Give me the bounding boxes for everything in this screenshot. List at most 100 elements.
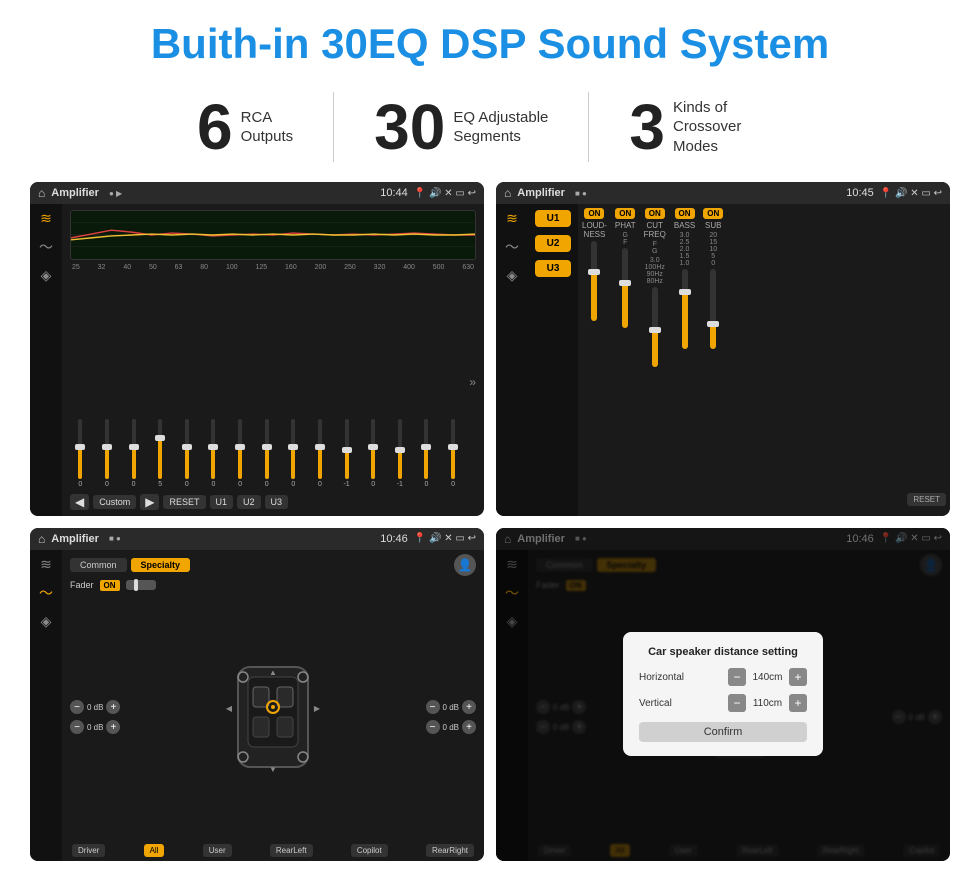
eq-slider-2[interactable]: 0	[97, 419, 118, 488]
amp-cutfreq-slider[interactable]	[652, 287, 658, 367]
dialog-vertical-plus[interactable]: +	[789, 694, 807, 712]
dialog-horizontal-minus[interactable]: −	[728, 668, 746, 686]
amp-sidebar-speaker-icon[interactable]: ◈	[507, 267, 518, 284]
stat-crossover-label: Kinds ofCrossover Modes	[673, 98, 783, 157]
amp-loudness-slider[interactable]	[591, 241, 597, 321]
fader-time: 10:46	[380, 533, 408, 545]
eq-slider-10[interactable]: 0	[310, 419, 331, 488]
amp-phat-slider[interactable]	[622, 248, 628, 328]
amp-reset-btn[interactable]: RESET	[907, 493, 946, 506]
fader-rearleft-btn[interactable]: RearLeft	[270, 844, 313, 857]
fader-copilot-btn[interactable]: Copilot	[351, 844, 388, 857]
eq-freq-labels: 25 32 40 50 63 80 100 125 160 200 250 32…	[70, 264, 476, 271]
fader-all-btn[interactable]: All	[144, 844, 165, 857]
fader-on-badge[interactable]: ON	[100, 580, 120, 591]
eq-u1-btn[interactable]: U1	[210, 495, 234, 509]
amp-cutfreq-on[interactable]: ON	[645, 208, 665, 219]
stat-crossover: 3 Kinds ofCrossover Modes	[589, 95, 823, 159]
svg-text:▶: ▶	[314, 704, 321, 713]
fader-fr-plus[interactable]: +	[462, 700, 476, 714]
fader-rr-plus[interactable]: +	[462, 720, 476, 734]
amp-status-bar: ⌂ Amplifier ■ ● 10:45 📍 🔊 ✕ ▭ ↩	[496, 182, 950, 204]
dialog-horizontal-label: Horizontal	[639, 672, 684, 683]
fader-sidebar-speaker-icon[interactable]: ◈	[41, 613, 52, 630]
fader-slider-h[interactable]	[126, 580, 156, 590]
fader-fl-minus[interactable]: −	[70, 700, 84, 714]
amp-sidebar-wave-icon[interactable]: 〜	[505, 237, 519, 257]
eq-sidebar-eq-icon[interactable]: ≋	[40, 210, 52, 227]
eq-slider-5[interactable]: 0	[177, 419, 198, 488]
fader-tab-common[interactable]: Common	[70, 558, 127, 572]
eq-reset-btn[interactable]: RESET	[163, 495, 205, 509]
eq-slider-8[interactable]: 0	[256, 419, 277, 488]
fader-tab-specialty[interactable]: Specialty	[131, 558, 191, 572]
fader-rr-minus[interactable]: −	[426, 720, 440, 734]
dialog-vertical-control: − 110cm +	[728, 694, 807, 712]
screens-grid: ⌂ Amplifier ● ▶ 10:44 📍 🔊 ✕ ▭ ↩ ≋ 〜 ◈	[30, 182, 950, 861]
eq-slider-11[interactable]: -1	[336, 419, 357, 488]
eq-graph	[70, 210, 476, 260]
eq-prev-btn[interactable]: ◀	[70, 494, 89, 510]
eq-play-btn[interactable]: ▶	[140, 494, 159, 510]
eq-slider-14[interactable]: 0	[416, 419, 437, 488]
dialog-vertical-minus[interactable]: −	[728, 694, 746, 712]
eq-slider-7[interactable]: 0	[230, 419, 251, 488]
eq-preset-label: Custom	[93, 495, 136, 509]
eq-u2-btn[interactable]: U2	[237, 495, 261, 509]
amp-sub-slider[interactable]	[710, 269, 716, 349]
stat-rca: 6 RCAOutputs	[157, 95, 333, 159]
amp-time: 10:45	[846, 187, 874, 199]
fader-screen: ⌂ Amplifier ■ ● 10:46 📍 🔊 ✕ ▭ ↩ ≋ 〜 ◈ Co…	[30, 528, 484, 862]
fader-home-icon[interactable]: ⌂	[38, 532, 45, 546]
eq-slider-4[interactable]: 5	[150, 419, 171, 488]
eq-slider-13[interactable]: -1	[390, 419, 411, 488]
amp-screen-body: ≋ 〜 ◈ U1 U2 U3 ON LOUD-NESS	[496, 204, 950, 516]
amp-sidebar-eq-icon[interactable]: ≋	[506, 210, 518, 227]
amp-bass-slider[interactable]	[682, 269, 688, 349]
eq-slider-12[interactable]: 0	[363, 419, 384, 488]
amp-u2-btn[interactable]: U2	[535, 235, 571, 252]
amp-sub-on[interactable]: ON	[703, 208, 723, 219]
amp-channel-controls: ON LOUD-NESS ON PHAT G F	[578, 204, 950, 516]
stat-eq: 30 EQ AdjustableSegments	[334, 95, 588, 159]
amp-sub-label: SUB	[705, 221, 721, 230]
amp-bass-on[interactable]: ON	[675, 208, 695, 219]
amp-u1-btn[interactable]: U1	[535, 210, 571, 227]
eq-slider-6[interactable]: 0	[203, 419, 224, 488]
eq-sidebar-wave-icon[interactable]: 〜	[39, 237, 53, 257]
fader-screen-body: ≋ 〜 ◈ Common Specialty 👤 Fad	[30, 550, 484, 862]
fader-user-btn[interactable]: User	[203, 844, 232, 857]
amp-phat-on[interactable]: ON	[615, 208, 635, 219]
eq-home-icon[interactable]: ⌂	[38, 186, 45, 200]
dialog-screen-body: ≋ 〜 ◈ Common Specialty 👤 Fader	[496, 550, 950, 862]
fader-profile-icon[interactable]: 👤	[454, 554, 476, 576]
eq-slider-1[interactable]: 0	[70, 419, 91, 488]
eq-u3-btn[interactable]: U3	[265, 495, 289, 509]
fader-app-name: Amplifier	[51, 533, 99, 545]
amp-loudness-on[interactable]: ON	[584, 208, 604, 219]
amp-u3-btn[interactable]: U3	[535, 260, 571, 277]
fader-sidebar-eq-icon[interactable]: ≋	[40, 556, 52, 573]
amp-app-name: Amplifier	[517, 187, 565, 199]
confirm-button[interactable]: Confirm	[639, 722, 807, 742]
fader-rl-plus[interactable]: +	[106, 720, 120, 734]
eq-sidebar: ≋ 〜 ◈	[30, 204, 62, 516]
fader-rearright-btn[interactable]: RearRight	[426, 844, 474, 857]
eq-sidebar-speaker-icon[interactable]: ◈	[41, 267, 52, 284]
fader-fl-plus[interactable]: +	[106, 700, 120, 714]
amp-sidebar: ≋ 〜 ◈	[496, 204, 528, 516]
fader-driver-btn[interactable]: Driver	[72, 844, 105, 857]
dialog-screen: ⌂ Amplifier ■ ● 10:46 📍 🔊 ✕ ▭ ↩ ≋ 〜 ◈ Co…	[496, 528, 950, 862]
eq-slider-15[interactable]: 0	[443, 419, 464, 488]
amp-bass-channel: ON BASS 3.0 2.5 2.0 1.5 1.0	[674, 208, 695, 512]
eq-slider-3[interactable]: 0	[123, 419, 144, 488]
fader-sidebar-wave-icon[interactable]: 〜	[39, 583, 53, 603]
dialog-horizontal-plus[interactable]: +	[789, 668, 807, 686]
dialog-vertical-value: 110cm	[750, 698, 785, 709]
fader-rl-minus[interactable]: −	[70, 720, 84, 734]
fader-rr-value: 0 dB	[443, 723, 459, 732]
eq-expand-icon[interactable]: »	[469, 375, 476, 389]
eq-slider-9[interactable]: 0	[283, 419, 304, 488]
fader-fr-minus[interactable]: −	[426, 700, 440, 714]
amp-home-icon[interactable]: ⌂	[504, 186, 511, 200]
